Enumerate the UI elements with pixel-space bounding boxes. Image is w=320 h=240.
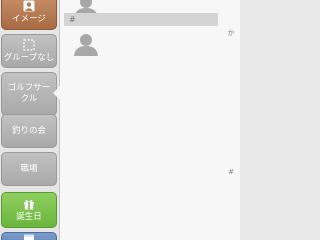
sidebar-item-golf-circle[interactable]: ゴルフサークル xyxy=(1,72,57,116)
group-sidebar: イメージ グループなし ゴルフサークル 釣りの会 職場 誕生日 xyxy=(0,0,60,240)
gift-icon xyxy=(24,199,34,209)
sidebar-item-label: イメージ xyxy=(12,13,46,24)
index-letter[interactable]: か xyxy=(222,28,240,38)
contacts-app: イメージ グループなし ゴルフサークル 釣りの会 職場 誕生日 # か # xyxy=(0,0,240,240)
calendar-icon xyxy=(24,234,34,240)
sidebar-item-label: 職場 xyxy=(20,163,38,174)
section-header: # xyxy=(64,13,218,26)
sidebar-item-label: 釣りの会 xyxy=(11,125,46,136)
sidebar-item-workplace[interactable]: 職場 xyxy=(1,152,57,186)
sidebar-item-label: ゴルフサークル xyxy=(7,83,51,104)
contact-list[interactable]: # xyxy=(60,0,222,240)
index-bar[interactable]: か # xyxy=(222,0,240,240)
sidebar-item-label: 誕生日 xyxy=(16,211,42,222)
portrait-icon xyxy=(23,0,35,11)
sidebar-item-fishing-club[interactable]: 釣りの会 xyxy=(1,114,57,148)
sidebar-item-no-group[interactable]: グループなし xyxy=(1,34,57,68)
selection-arrow xyxy=(53,86,60,100)
sidebar-item-label: グループなし xyxy=(3,52,55,63)
sidebar-item-calendar[interactable] xyxy=(1,232,57,240)
sidebar-item-birthday[interactable]: 誕生日 xyxy=(1,192,57,228)
sidebar-item-image[interactable]: イメージ xyxy=(1,0,57,30)
person-silhouette-icon xyxy=(74,34,98,56)
index-letter[interactable]: # xyxy=(222,168,240,176)
dashed-square-icon xyxy=(23,38,35,51)
list-item[interactable] xyxy=(60,28,222,64)
